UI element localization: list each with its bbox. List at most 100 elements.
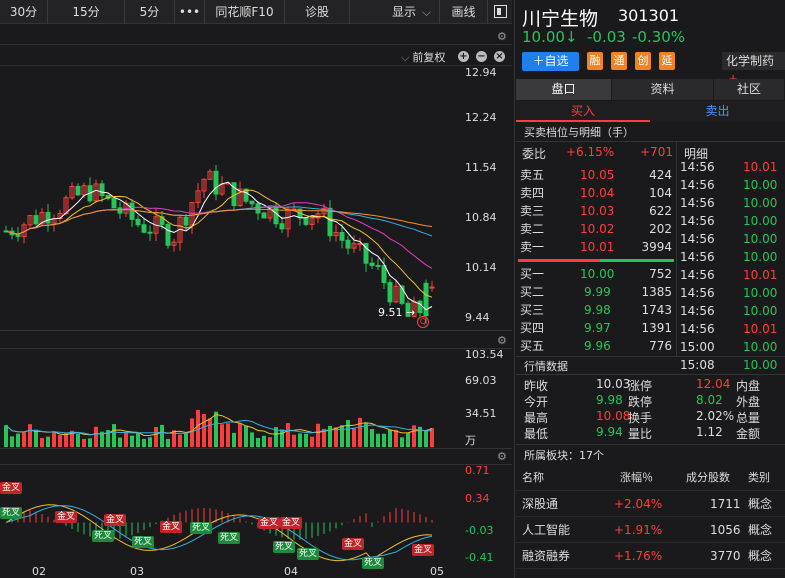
chart-toolbar: 30分 15分 5分 ••• 同花顺F10 诊股 显示 ⌵ 画线 <box>0 0 512 24</box>
sector-row[interactable]: 融资融券 +1.76% 3770 概念 <box>514 543 785 569</box>
tab-market[interactable]: 盘口 <box>516 79 612 100</box>
draw-line-button[interactable]: 画线 <box>440 0 488 24</box>
connect-badge[interactable]: 通 <box>611 52 627 70</box>
volume-bar <box>178 434 182 447</box>
sector-pct: +2.04% <box>614 497 663 511</box>
volume-bar <box>376 433 380 447</box>
buy-tab[interactable]: 买入 <box>516 101 650 122</box>
low-price-value: 9.51 <box>378 306 403 319</box>
tick-price: 10.00 <box>743 178 778 192</box>
tab-profile[interactable]: 资料 <box>612 79 714 100</box>
sell-tab[interactable]: 卖出 <box>650 101 785 122</box>
tab-community[interactable]: 社区 <box>714 79 785 100</box>
volume-bar <box>232 432 236 447</box>
adjust-dropdown[interactable]: ⌵ 前复权 <box>401 49 445 65</box>
ask-row[interactable]: 卖三 10.03 622 <box>520 202 676 220</box>
depth-title: 买卖档位与明细（手） <box>524 126 634 139</box>
price-panel-settings-icon[interactable]: ⚙ <box>497 30 507 43</box>
chinext-badge[interactable]: 创 <box>635 52 651 70</box>
bid-label: 买四 <box>520 321 545 335</box>
weibi-value: +701 <box>640 145 673 159</box>
tick-row: 14:56 10.00 <box>680 194 785 212</box>
dead-cross-badge: 死叉 <box>218 532 241 544</box>
volume-panel-settings-icon[interactable]: ⚙ <box>497 334 507 347</box>
bid-label: 买三 <box>520 303 545 317</box>
panel-toggle-button[interactable] <box>488 0 512 24</box>
bid-row[interactable]: 买五 9.96 776 <box>520 337 676 355</box>
industry-tag[interactable]: 化学制药+ <box>722 52 785 86</box>
ask-row[interactable]: 卖四 10.04 104 <box>520 184 676 202</box>
quote-row: 今开 9.98 跌停 8.02 外盘 <box>516 393 785 409</box>
candle-body <box>279 223 285 230</box>
volume-bar <box>22 432 26 447</box>
bid-row[interactable]: 买四 9.97 1391 <box>520 319 676 337</box>
volume-tick: 103.54 <box>465 348 504 361</box>
volume-bar <box>316 423 320 447</box>
candle-body <box>345 239 351 249</box>
macd-panel-settings-icon[interactable]: ⚙ <box>497 450 507 463</box>
display-dropdown[interactable]: 显示 ⌵ <box>350 0 440 24</box>
volume-bar <box>184 433 188 447</box>
volume-bar <box>160 424 164 447</box>
sector-count: 1056 <box>710 523 741 537</box>
diagnose-button[interactable]: 诊股 <box>285 0 350 24</box>
zoom-in-icon[interactable]: + <box>458 51 469 62</box>
golden-cross-badge: 金叉 <box>342 538 365 550</box>
volume-bar <box>280 429 284 447</box>
macd-tick: 0.34 <box>465 492 490 505</box>
add-watchlist-button[interactable]: ＋自选 <box>522 52 579 71</box>
bid-row[interactable]: 买三 9.98 1743 <box>520 301 676 319</box>
period-30min-button[interactable]: 30分 <box>0 0 48 24</box>
panel-toggle-icon <box>493 5 507 18</box>
tick-row: 14:56 10.01 <box>680 266 785 284</box>
close-icon[interactable]: × <box>494 51 505 62</box>
volume-bar <box>82 438 86 447</box>
macd-tick: -0.03 <box>465 524 494 537</box>
bid-row[interactable]: 买一 10.00 752 <box>520 265 676 283</box>
volume-bar <box>208 418 212 447</box>
quote-label: 内盘 <box>736 379 761 393</box>
col-pct[interactable]: 涨幅％ <box>620 465 653 491</box>
f10-button[interactable]: 同花顺F10 <box>205 0 285 24</box>
sector-row[interactable]: 人工智能 +1.91% 1056 概念 <box>514 517 785 543</box>
tick-time: 14:56 <box>680 304 715 318</box>
volume-bar-chart[interactable] <box>0 349 460 447</box>
low-price-marker: 9.51 → <box>378 306 416 319</box>
golden-cross-badge: 金叉 <box>104 514 127 526</box>
volume-bar <box>340 425 344 447</box>
candle-body <box>135 218 141 226</box>
volume-bar <box>256 437 260 447</box>
bid-volume: 1385 <box>641 285 672 299</box>
col-name[interactable]: 名称 <box>522 465 544 491</box>
sector-row[interactable]: 深股通 +2.04% 1711 概念 <box>514 491 785 517</box>
candle-body <box>381 265 387 284</box>
industry-label: 化学制药 <box>726 54 775 68</box>
quote-value: 1.12 <box>696 425 723 439</box>
ask-row[interactable]: 卖二 10.02 202 <box>520 220 676 238</box>
event-marker-icon[interactable]: Q <box>417 316 429 328</box>
zoom-out-icon[interactable]: − <box>476 51 487 62</box>
period-5min-button[interactable]: 5分 <box>125 0 175 24</box>
margin-badge[interactable]: 融 <box>587 52 603 70</box>
bid-row[interactable]: 买二 9.99 1385 <box>520 283 676 301</box>
tick-row: 15:00 10.00 <box>680 338 785 356</box>
more-periods-button[interactable]: ••• <box>175 0 205 24</box>
volume-bar <box>142 438 146 447</box>
delay-badge[interactable]: 延 <box>659 52 675 70</box>
col-type[interactable]: 类别 <box>748 465 770 491</box>
volume-bar <box>58 435 62 447</box>
price-candlestick-chart[interactable] <box>0 67 460 329</box>
quote-label: 昨收 <box>524 379 549 393</box>
ask-row[interactable]: 卖五 10.05 424 <box>520 166 676 184</box>
period-15min-button[interactable]: 15分 <box>48 0 125 24</box>
volume-bar <box>154 427 158 447</box>
sector-count: 1711 <box>710 497 741 511</box>
ask-row[interactable]: 卖一 10.01 3994 <box>520 238 676 256</box>
col-count[interactable]: 成分股数 <box>686 465 730 491</box>
volume-bar <box>292 434 296 447</box>
volume-bar <box>424 430 428 447</box>
volume-bar <box>298 433 302 447</box>
ask-price: 10.03 <box>580 204 615 218</box>
ask-label: 卖四 <box>520 186 545 200</box>
volume-bar <box>28 424 32 447</box>
